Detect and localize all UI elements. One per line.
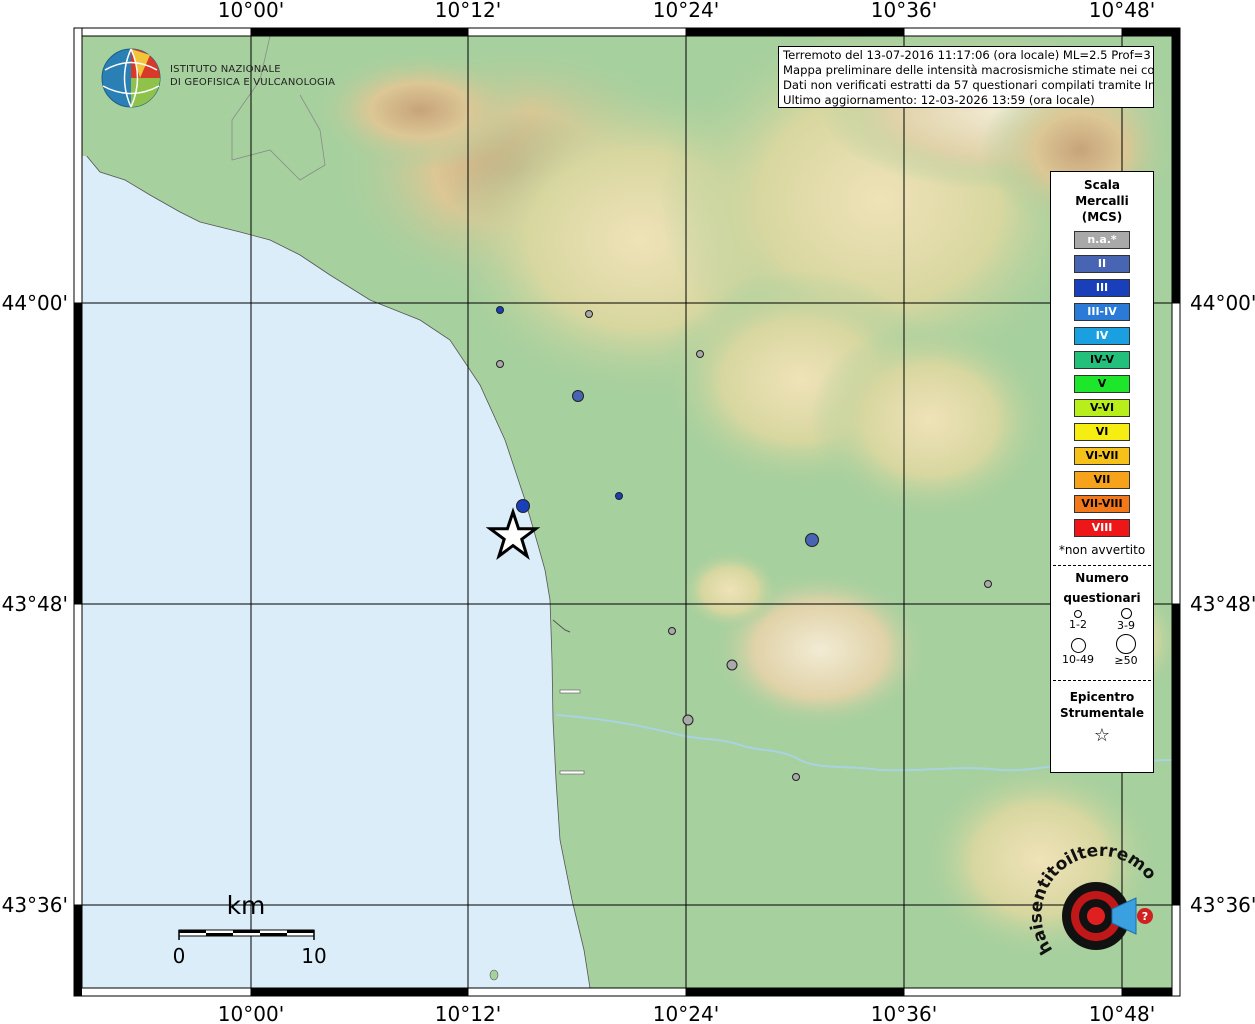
legend-title-line: Mercalli — [1075, 194, 1129, 208]
lon-label: 10°12' — [435, 0, 501, 22]
institute-line-1: ISTITUTO NAZIONALE — [170, 64, 281, 75]
event-info-line: Dati non verificati estratti da 57 quest… — [783, 78, 1154, 92]
lat-label: 44°00' — [1190, 291, 1255, 315]
lon-label: 10°00' — [218, 1002, 284, 1024]
legend-class-row: V — [1074, 375, 1130, 393]
lon-label: 10°12' — [435, 1002, 501, 1024]
intensity-legend: Scala Mercalli (MCS) n.a.* II III III-IV IV I… — [1050, 171, 1154, 773]
count-title-line: Numero — [1075, 571, 1129, 585]
lat-labels-left: 44°00' 43°48' 43°36' — [2, 291, 68, 917]
lon-label: 10°00' — [218, 0, 284, 22]
lat-label: 43°36' — [1190, 893, 1255, 917]
legend-classes: n.a.* II III III-IV IV IV-V V V-VI VI VI-VII VII VI… — [1051, 231, 1153, 537]
size-label: ≥50 — [1114, 654, 1138, 667]
intensity-point[interactable] — [792, 773, 800, 781]
lon-label: 10°24' — [653, 0, 719, 22]
legend-class-row: V-VI — [1074, 399, 1130, 417]
intensity-point[interactable] — [615, 492, 623, 500]
event-info-line: Terremoto del 13-07-2016 11:17:06 (ora l… — [783, 48, 1154, 62]
legend-class-row: II — [1074, 255, 1130, 273]
lon-labels-top: 10°00' 10°12' 10°24' 10°36' 10°48' — [218, 0, 1155, 22]
map-terrain — [82, 36, 1172, 988]
legend-class-row: n.a.* — [1074, 231, 1130, 249]
scale-end-label: 10 — [301, 944, 326, 968]
legend-divider — [1053, 680, 1151, 681]
ingv-logo-icon — [101, 48, 161, 108]
svg-text:?: ? — [1142, 910, 1148, 923]
intensity-point[interactable] — [682, 714, 694, 726]
legend-title-line: Scala — [1083, 178, 1121, 192]
intensity-point[interactable] — [572, 390, 584, 402]
lon-label: 10°36' — [871, 0, 937, 22]
legend-class-row: III-IV — [1074, 303, 1130, 321]
lat-labels-right: 44°00' 43°48' 43°36' — [1190, 291, 1255, 917]
lon-label: 10°36' — [871, 1002, 937, 1024]
legend-title: Scala Mercalli (MCS) — [1051, 177, 1153, 225]
legend-class-row: VI-VII — [1074, 447, 1130, 465]
intensity-point[interactable] — [696, 350, 704, 358]
legend-class-row: VI — [1074, 423, 1130, 441]
intensity-point[interactable] — [726, 659, 738, 671]
lat-label: 43°36' — [2, 893, 68, 917]
event-info-box: Terremoto del 13-07-2016 11:17:06 (ora l… — [778, 46, 1154, 108]
size-circle-icon — [1074, 610, 1082, 618]
institute-line-2: DI GEOFISICA E VULCANOLOGIA — [170, 77, 336, 88]
epicenter-title: Epicentro Strumentale — [1051, 689, 1153, 721]
event-info-line: Mappa preliminare delle intensità macros… — [783, 63, 1154, 77]
count-size-legend: 1-2 3-9 10-49 ≥50 — [1051, 608, 1153, 680]
count-title-line: questionari — [1063, 591, 1141, 605]
size-circle-icon — [1116, 634, 1136, 654]
intensity-point[interactable] — [668, 627, 676, 635]
size-50-plus: ≥50 — [1101, 634, 1151, 667]
legend-class-row: VII — [1074, 471, 1130, 489]
intensity-point[interactable] — [984, 580, 992, 588]
lat-label: 44°00' — [2, 291, 68, 315]
lat-label: 43°48' — [1190, 592, 1255, 616]
legend-class-row: VII-VIII — [1074, 495, 1130, 513]
institute-name: ISTITUTO NAZIONALE DI GEOFISICA E VULCAN… — [170, 63, 335, 89]
lon-label: 10°48' — [1089, 1002, 1155, 1024]
epicenter-star-icon: ☆ — [1093, 725, 1111, 746]
size-10-49: 10-49 — [1053, 638, 1103, 666]
size-label: 10-49 — [1062, 653, 1094, 666]
lat-label: 43°48' — [2, 592, 68, 616]
legend-note: *non avvertito — [1058, 543, 1146, 557]
scale-unit: km — [227, 891, 266, 920]
intensity-point[interactable] — [496, 360, 504, 368]
lon-label: 10°24' — [653, 1002, 719, 1024]
size-3-9: 3-9 — [1101, 608, 1151, 632]
size-circle-icon — [1120, 608, 1132, 619]
event-info-line: Ultimo aggiornamento: 12-03-2026 13:59 (… — [783, 93, 1095, 107]
legend-class-row: IV — [1074, 327, 1130, 345]
epicenter-title-line: Strumentale — [1059, 706, 1145, 720]
size-circle-icon — [1070, 638, 1086, 653]
legend-class-row: IV-V — [1074, 351, 1130, 369]
legend-class-row: III — [1074, 279, 1130, 297]
legend-divider — [1053, 565, 1151, 566]
count-title: Numero questionari — [1051, 568, 1153, 608]
lon-labels-bottom: 10°00' 10°12' 10°24' 10°36' 10°48' — [218, 1002, 1155, 1024]
intensity-point[interactable] — [516, 499, 530, 513]
size-label: 1-2 — [1069, 618, 1087, 631]
intensity-point[interactable] — [585, 310, 593, 318]
size-label: 3-9 — [1117, 619, 1135, 632]
intensity-point[interactable] — [496, 306, 504, 314]
legend-title-line: (MCS) — [1081, 210, 1123, 224]
legend-class-row: VIII — [1074, 519, 1130, 537]
epicenter-title-line: Epicentro — [1069, 690, 1135, 704]
scale-start-label: 0 — [173, 944, 186, 968]
size-1-2: 1-2 — [1053, 610, 1103, 631]
intensity-point[interactable] — [805, 533, 819, 547]
lon-label: 10°48' — [1089, 0, 1155, 22]
